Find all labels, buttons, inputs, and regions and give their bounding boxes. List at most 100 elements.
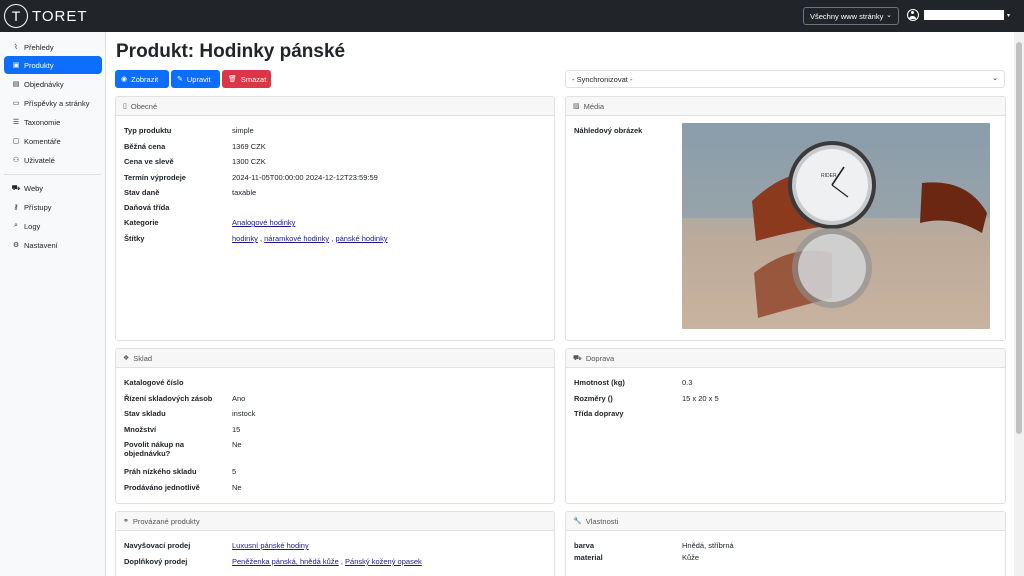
row-label: Katalogové číslo — [124, 378, 184, 387]
eye-icon: ◉ — [121, 76, 128, 83]
sidebar-item-label: Taxonomie — [24, 117, 61, 127]
sidebar-item-komentare[interactable]: ▢ Komentáře — [4, 132, 102, 150]
view-button-label: Zobrazit — [131, 74, 159, 84]
wrench-icon: 🔧 — [573, 518, 582, 525]
sidebar-item-produkty[interactable]: ▣ Produkty — [4, 56, 102, 74]
site-select[interactable]: Všechny www stránky ⌄ — [803, 7, 899, 25]
row-label: Navyšovací prodej — [124, 541, 191, 550]
sidebar-item-label: Uživatelé — [24, 155, 55, 165]
sidebar-item-taxonomie[interactable]: ☰ Taxonomie — [4, 113, 102, 131]
tag-link[interactable]: náramkové hodinky — [264, 234, 329, 243]
logo-circle: T — [4, 4, 28, 28]
row-label: Rozměry () — [574, 394, 613, 403]
top-navbar: T TORET Všechny www stránky ⌄ ▾ — [0, 0, 1024, 32]
document-icon: ▭ — [12, 100, 20, 107]
sidebar-item-label: Nastavení — [24, 240, 58, 250]
card-title: Vlastnosti — [585, 516, 619, 526]
sidebar-item-uzivatele[interactable]: ⚇ Uživatelé — [4, 151, 102, 169]
row-label: material — [574, 553, 603, 562]
row-label: Typ produktu — [124, 126, 172, 135]
tag-link[interactable]: hodinky — [232, 234, 258, 243]
attributes-card: 🔧 Vlastnosti barva Hnědá, stříbrná materia… — [565, 511, 1006, 576]
row-label: Cena ve slevě — [124, 157, 174, 166]
user-menu[interactable]: ▾ — [907, 9, 1010, 21]
box-icon: ▣ — [12, 62, 20, 69]
card-header: ▯ Obecné — [116, 97, 554, 116]
sidebar-item-label: Weby — [24, 183, 44, 193]
row-value: Ano — [232, 394, 246, 403]
linked-products-card: ⚭ Provázané produkty Navyšovací prodej Lux… — [115, 511, 555, 576]
crosssell-link[interactable]: Pánský kožený opasek — [345, 557, 422, 566]
chevron-down-icon: ⌄ — [886, 12, 892, 19]
user-name-box — [924, 10, 1004, 20]
card-header: ⚭ Provázané produkty — [116, 512, 554, 531]
row-label: Práh nízkého skladu — [124, 467, 197, 476]
sidebar-item-prehledy[interactable]: ⌇ Přehledy — [4, 38, 102, 56]
row-label: barva — [574, 541, 595, 550]
sidebar-item-nastaveni[interactable]: ⚙ Nastavení — [4, 236, 102, 254]
sync-select-value: - Synchronizovat - — [572, 74, 633, 84]
pencil-icon: ✎ — [177, 76, 183, 83]
sidebar-item-logy[interactable]: ⌕ Logy — [4, 217, 102, 235]
row-label: Řízení skladových zásob — [124, 394, 213, 403]
card-title: Média — [583, 101, 605, 111]
upsell-link[interactable]: Luxusní pánské hodiny — [232, 541, 309, 550]
sidebar-item-label: Objednávky — [24, 79, 64, 89]
card-header: ▨ Média — [566, 97, 1005, 116]
tag-link[interactable]: pánské hodinky — [335, 234, 387, 243]
crosssell-link[interactable]: Peněženka pánská, hnědá kůže — [232, 557, 339, 566]
row-value: 15 x 20 x 5 — [682, 394, 719, 403]
row-value: Peněženka pánská, hnědá kůže , Pánský ko… — [232, 557, 422, 566]
sidebar-divider — [4, 174, 101, 175]
sidebar-item-weby[interactable]: ⛟ Weby — [4, 179, 102, 197]
sync-select[interactable]: - Synchronizovat - ⌄ — [565, 70, 1005, 88]
row-label: Povolit nákup na objednávku? — [124, 440, 185, 458]
sidebar-item-label: Produkty — [24, 60, 54, 70]
row-value: Ne — [232, 440, 242, 449]
separator: , — [259, 234, 263, 243]
category-link[interactable]: Analogové hodinky — [232, 218, 295, 227]
row-value: instock — [232, 409, 256, 418]
row-value: 1369 CZK — [232, 142, 266, 151]
page-scrollbar[interactable] — [1014, 32, 1024, 576]
row-value: 2024-11-05T00:00:00 2024-12-12T23:59:59 — [232, 173, 378, 182]
delete-button[interactable]: 🗑 Smazat — [222, 70, 271, 88]
gear-icon: ⚙ — [12, 242, 20, 249]
row-label: Prodáváno jednotlivě — [124, 483, 200, 492]
site-select-value: Všechny www stránky — [810, 11, 884, 21]
card-title: Provázané produkty — [132, 516, 200, 526]
row-label: Kategorie — [124, 218, 159, 227]
view-button[interactable]: ◉ Zobrazit — [115, 70, 169, 88]
sidebar: ⌇ Přehledy ▣ Produkty ▤ Objednávky ▭ Příspěv… — [0, 32, 106, 576]
sidebar-item-objednavky[interactable]: ▤ Objednávky — [4, 75, 102, 93]
scrollbar-thumb[interactable] — [1016, 42, 1022, 434]
row-label: Termín výprodeje — [124, 173, 186, 182]
edit-button[interactable]: ✎ Upravit — [171, 70, 220, 88]
app-logo[interactable]: T TORET — [4, 4, 88, 28]
cart-icon: ⛟ — [11, 184, 21, 192]
row-label: Množství — [124, 425, 157, 434]
edit-button-label: Upravit — [186, 74, 211, 84]
media-card: ▨ Média Náhledový obrázek RIDER — [565, 96, 1006, 341]
main-content: Produkt: Hodinky pánské ◉ Zobrazit ✎ Uprav… — [106, 32, 1014, 576]
trash-icon: 🗑 — [228, 76, 237, 83]
general-card: ▯ Obecné Typ produktu simple Běžná cena 136… — [115, 96, 555, 341]
users-icon: ⚇ — [12, 157, 20, 164]
sidebar-item-label: Přístupy — [24, 202, 52, 212]
link-icon: ⚭ — [123, 518, 129, 525]
row-value: 5 — [232, 467, 237, 476]
sidebar-item-label: Logy — [24, 221, 41, 231]
watch-brand-text: RIDER — [821, 173, 837, 179]
comment-icon: ▢ — [12, 138, 20, 145]
row-value: 15 — [232, 425, 241, 434]
sidebar-item-pristupy[interactable]: ⚷ Přístupy — [4, 198, 102, 216]
row-value: Kůže — [682, 553, 700, 562]
product-preview-image[interactable]: RIDER — [682, 123, 990, 329]
row-label: Doplňkový prodej — [124, 557, 188, 566]
sidebar-item-label: Komentáře — [24, 136, 61, 146]
search-icon: ⌕ — [14, 222, 18, 229]
card-header: 🔧 Vlastnosti — [566, 512, 1005, 531]
key-icon: ⚷ — [13, 204, 19, 211]
user-avatar-icon — [907, 9, 919, 21]
sidebar-item-prispevky[interactable]: ▭ Příspěvky a stránky — [4, 94, 102, 112]
